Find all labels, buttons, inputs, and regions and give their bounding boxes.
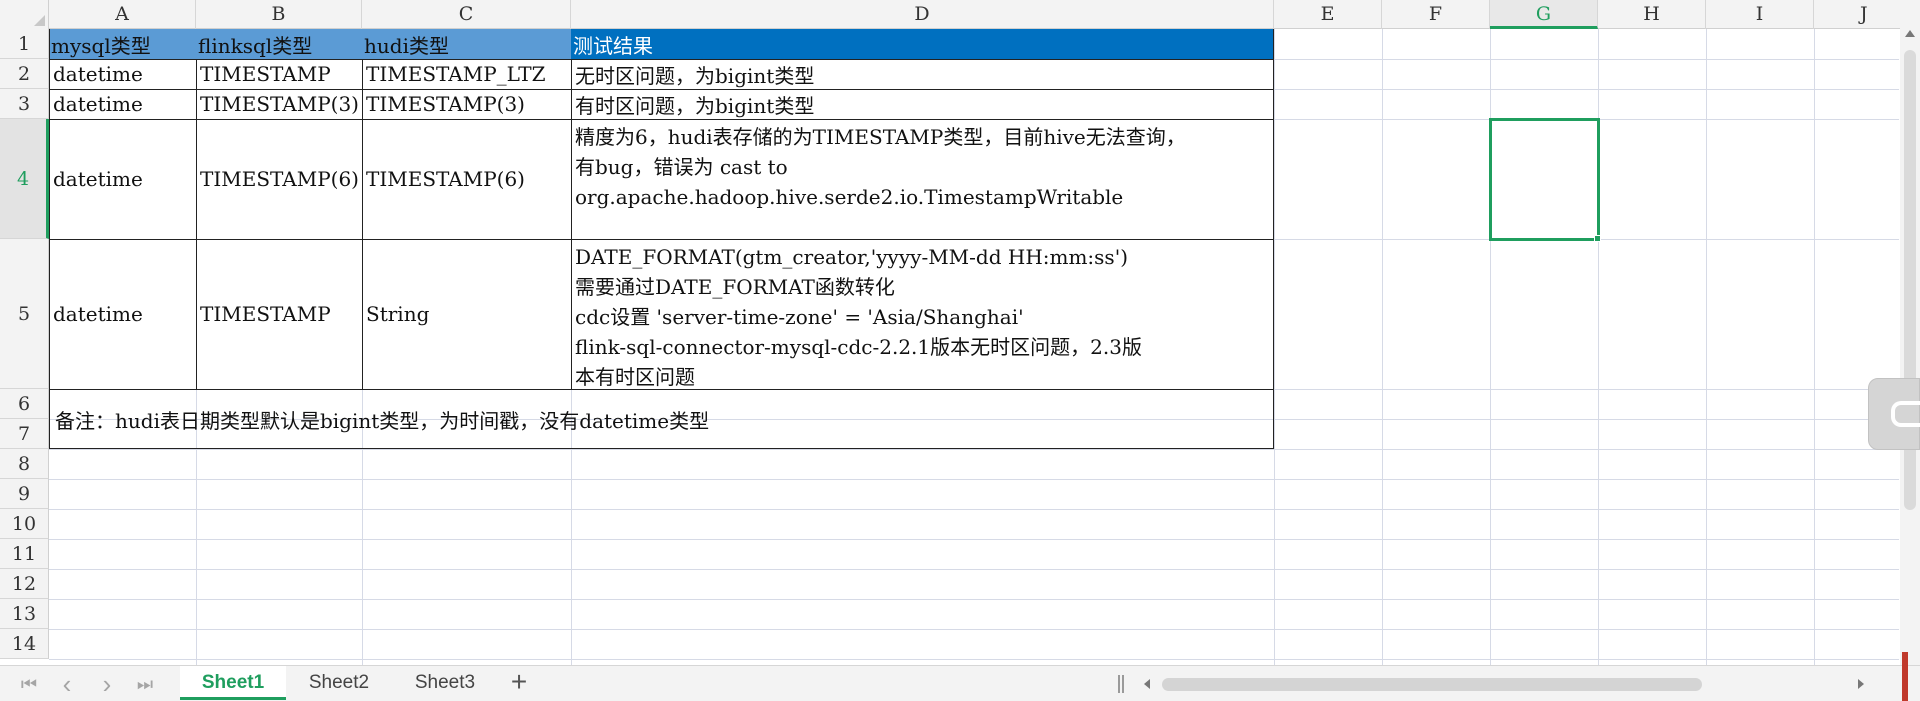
next-sheet-icon[interactable]: › xyxy=(96,671,118,697)
cell-d5-line: cdc设置 'server-time-zone' = 'Asia/Shangha… xyxy=(575,305,1024,329)
cell-a2[interactable]: datetime xyxy=(49,59,196,89)
column-header-a[interactable]: A xyxy=(49,0,196,29)
sheet-tab-bar: ⏮ ‹ › ⏭ Sheet1 Sheet2 Sheet3 + xyxy=(0,665,1920,701)
column-header-h[interactable]: H xyxy=(1598,0,1706,29)
select-all-corner[interactable] xyxy=(0,0,49,29)
gridline xyxy=(49,449,1899,450)
gridline xyxy=(49,659,1899,660)
cell-d3[interactable]: 有时区问题，为bigint类型 xyxy=(571,89,1274,119)
cell-d4-line: 精度为6，hudi表存储的为TIMESTAMP类型，目前hive无法查询， xyxy=(575,125,1186,149)
fill-handle[interactable] xyxy=(1594,235,1601,242)
cell-d5[interactable]: DATE_FORMAT(gtm_creator,'yyyy-MM-dd HH:m… xyxy=(571,239,1274,389)
table-border xyxy=(362,59,363,389)
table-border xyxy=(49,59,1274,60)
row-header-8[interactable]: 8 xyxy=(0,449,49,479)
cell-a1[interactable]: mysql类型 xyxy=(49,29,196,59)
row-header-5[interactable]: 5 xyxy=(0,239,49,389)
tab-sheet1[interactable]: Sheet1 xyxy=(180,666,286,700)
table-border xyxy=(1273,29,1274,449)
gridline xyxy=(49,539,1899,540)
row-header-7[interactable]: 7 xyxy=(0,419,49,449)
table-border xyxy=(196,59,197,389)
horizontal-scroll-thumb[interactable] xyxy=(1162,678,1702,691)
row-header-13[interactable]: 13 xyxy=(0,599,49,629)
row-header-12[interactable]: 12 xyxy=(0,569,49,599)
last-sheet-icon[interactable]: ⏭ xyxy=(134,673,156,695)
scroll-right-icon[interactable] xyxy=(1858,679,1864,689)
status-marker xyxy=(1902,652,1908,701)
cell-c3[interactable]: TIMESTAMP(3) xyxy=(362,89,571,119)
cell-d2[interactable]: 无时区问题，为bigint类型 xyxy=(571,59,1274,89)
gridline xyxy=(49,569,1899,570)
select-all-triangle-icon xyxy=(34,15,45,26)
cell-d4-line: org.apache.hadoop.hive.serde2.io.Timesta… xyxy=(575,185,1124,209)
cell-c2[interactable]: TIMESTAMP_LTZ xyxy=(362,59,571,89)
merged-note-cell[interactable]: 备注：hudi表日期类型默认是bigint类型，为时间戳，没有datetime类… xyxy=(49,389,1274,449)
cell-d5-line: DATE_FORMAT(gtm_creator,'yyyy-MM-dd HH:m… xyxy=(575,245,1128,269)
cell-d1[interactable]: 测试结果 xyxy=(571,29,1274,59)
cell-a3[interactable]: datetime xyxy=(49,89,196,119)
row-header-3[interactable]: 3 xyxy=(0,89,49,119)
cell-b1[interactable]: flinksql类型 xyxy=(196,29,362,59)
cell-c5[interactable]: String xyxy=(362,239,571,389)
cell-c4[interactable]: TIMESTAMP(6) xyxy=(362,119,571,239)
table-border xyxy=(49,389,1274,390)
tab-sheet2[interactable]: Sheet2 xyxy=(286,666,392,700)
cell-b5[interactable]: TIMESTAMP xyxy=(196,239,362,389)
row-header-2[interactable]: 2 xyxy=(0,59,49,89)
column-header-e[interactable]: E xyxy=(1274,0,1382,29)
cell-c1[interactable]: hudi类型 xyxy=(362,29,571,59)
cell-a5[interactable]: datetime xyxy=(49,239,196,389)
gridline xyxy=(49,479,1899,480)
column-header-b[interactable]: B xyxy=(196,0,362,29)
cell-d4[interactable]: 精度为6，hudi表存储的为TIMESTAMP类型，目前hive无法查询， 有b… xyxy=(571,119,1274,239)
row-header-6[interactable]: 6 xyxy=(0,389,49,419)
table-border xyxy=(49,29,50,449)
first-sheet-icon[interactable]: ⏮ xyxy=(18,673,40,695)
row-header-14[interactable]: 14 xyxy=(0,629,49,659)
gridline xyxy=(49,599,1899,600)
table-border xyxy=(49,89,1274,90)
active-cell-g4[interactable] xyxy=(1489,118,1600,241)
horizontal-scrollbar[interactable] xyxy=(1138,673,1870,695)
table-border xyxy=(49,119,1274,120)
split-handle-icon[interactable] xyxy=(1118,675,1124,693)
column-header-d[interactable]: D xyxy=(571,0,1274,29)
cell-d5-line: flink-sql-connector-mysql-cdc-2.2.1版本无时区… xyxy=(575,335,1142,359)
table-border xyxy=(49,239,1274,240)
row-header-4[interactable]: 4 xyxy=(0,119,49,239)
toolbox-icon xyxy=(1891,401,1920,427)
row-header-9[interactable]: 9 xyxy=(0,479,49,509)
cell-d4-line: 有bug，错误为 cast to xyxy=(575,155,788,179)
scroll-up-icon[interactable] xyxy=(1905,30,1915,37)
prev-sheet-icon[interactable]: ‹ xyxy=(56,671,78,697)
spreadsheet-grid[interactable]: A B C D E F G H I J 1 2 3 4 5 6 7 8 9 10… xyxy=(0,0,1920,665)
row-header-11[interactable]: 11 xyxy=(0,539,49,569)
table-border xyxy=(49,448,1274,449)
add-sheet-button[interactable]: + xyxy=(505,668,533,698)
gridline xyxy=(49,629,1899,630)
gridline xyxy=(49,509,1899,510)
cell-a4[interactable]: datetime xyxy=(49,119,196,239)
column-header-f[interactable]: F xyxy=(1382,0,1490,29)
column-header-g[interactable]: G xyxy=(1490,0,1598,29)
column-header-i[interactable]: I xyxy=(1706,0,1814,29)
tab-sheet3[interactable]: Sheet3 xyxy=(392,666,498,700)
row-header-1[interactable]: 1 xyxy=(0,29,49,59)
vertical-scrollbar[interactable] xyxy=(1900,0,1920,665)
column-header-c[interactable]: C xyxy=(362,0,571,29)
row-header-10[interactable]: 10 xyxy=(0,509,49,539)
cell-b2[interactable]: TIMESTAMP xyxy=(196,59,362,89)
table-border xyxy=(571,59,572,389)
cell-d5-line: 本有时区问题 xyxy=(575,365,695,389)
cell-d5-line: 需要通过DATE_FORMAT函数转化 xyxy=(575,275,895,299)
scroll-left-icon[interactable] xyxy=(1144,679,1150,689)
cell-b3[interactable]: TIMESTAMP(3) xyxy=(196,89,362,119)
cell-b4[interactable]: TIMESTAMP(6) xyxy=(196,119,362,239)
floating-side-button[interactable] xyxy=(1868,378,1920,450)
